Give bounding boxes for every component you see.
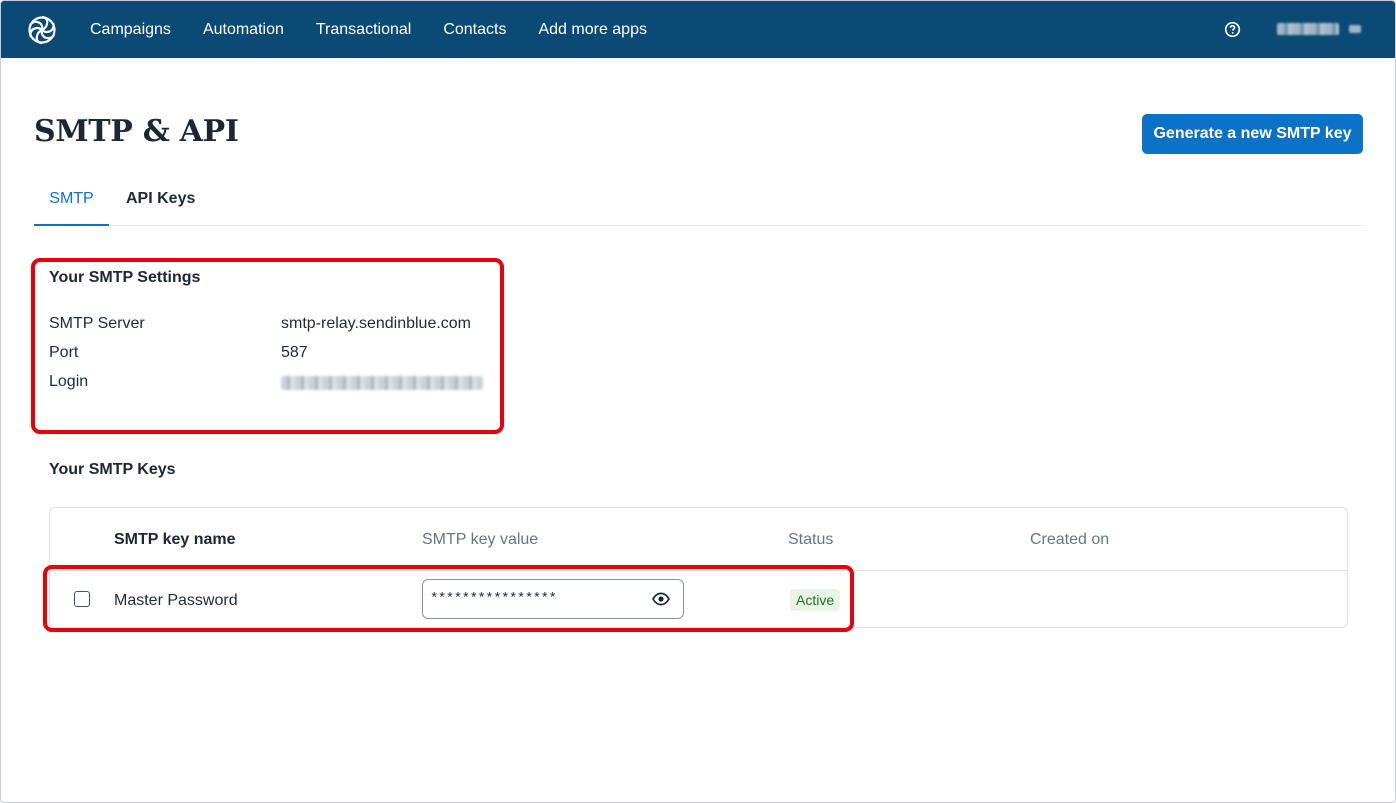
- page-title: SMTP & API: [34, 114, 239, 149]
- nav-contacts[interactable]: Contacts: [443, 21, 506, 39]
- row-select-checkbox[interactable]: [74, 591, 90, 607]
- chevron-down-icon: [1349, 25, 1361, 33]
- smtp-server-value: smtp-relay.sendinblue.com: [281, 315, 472, 332]
- column-header-key-name[interactable]: SMTP key name: [114, 531, 236, 549]
- login-label: Login: [49, 373, 89, 390]
- nav-transactional[interactable]: Transactional: [316, 21, 411, 39]
- smtp-keys-title: Your SMTP Keys: [49, 461, 176, 478]
- main-nav: Campaigns Automation Transactional Conta…: [90, 1, 679, 58]
- help-icon[interactable]: [1224, 21, 1241, 38]
- port-row: Port 587: [49, 344, 499, 373]
- smtp-key-value-field[interactable]: ****************: [422, 579, 684, 619]
- column-header-status[interactable]: Status: [788, 531, 833, 549]
- generate-smtp-key-button[interactable]: Generate a new SMTP key: [1142, 114, 1363, 154]
- smtp-settings-panel: Your SMTP Settings SMTP Server smtp-rela…: [49, 269, 499, 402]
- tab-api-keys[interactable]: API Keys: [126, 175, 195, 226]
- smtp-server-label: SMTP Server: [49, 315, 145, 332]
- tab-smtp[interactable]: SMTP: [34, 175, 109, 226]
- port-label: Port: [49, 344, 79, 361]
- top-navigation-bar: Campaigns Automation Transactional Conta…: [1, 1, 1395, 58]
- smtp-server-row: SMTP Server smtp-relay.sendinblue.com: [49, 315, 499, 344]
- status-badge: Active: [790, 589, 841, 611]
- nav-campaigns[interactable]: Campaigns: [90, 21, 171, 39]
- sendinblue-logo-icon[interactable]: [25, 13, 59, 47]
- smtp-settings-title: Your SMTP Settings: [49, 269, 201, 286]
- key-name-cell: Master Password: [114, 592, 238, 609]
- user-menu[interactable]: [1277, 23, 1361, 35]
- column-header-key-value[interactable]: SMTP key value: [422, 531, 538, 549]
- table-row: Master Password **************** Active: [50, 571, 1347, 627]
- login-value-redacted: [281, 376, 483, 390]
- eye-icon[interactable]: [652, 590, 670, 608]
- tab-bar: SMTP API Keys: [34, 175, 1364, 226]
- login-row: Login: [49, 373, 499, 402]
- smtp-keys-table: SMTP key name SMTP key value Status Crea…: [49, 507, 1348, 628]
- nav-automation[interactable]: Automation: [203, 21, 284, 39]
- table-header: SMTP key name SMTP key value Status Crea…: [50, 508, 1347, 571]
- user-name-redacted: [1277, 23, 1339, 35]
- column-header-created-on[interactable]: Created on: [1030, 531, 1109, 549]
- app-window: Campaigns Automation Transactional Conta…: [0, 0, 1396, 803]
- port-value: 587: [281, 344, 308, 361]
- nav-add-more-apps[interactable]: Add more apps: [538, 21, 647, 39]
- smtp-key-value-text: ****************: [430, 591, 557, 607]
